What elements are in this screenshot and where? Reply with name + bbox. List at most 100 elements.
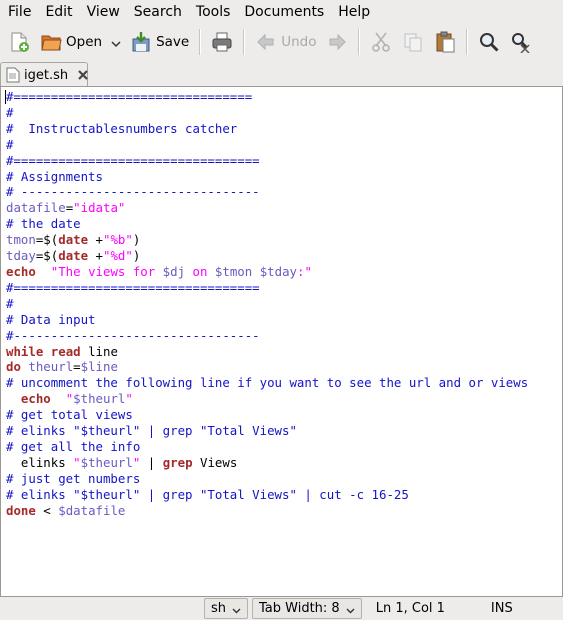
language-selector[interactable]: sh [204, 598, 249, 619]
new-button[interactable] [3, 26, 35, 58]
undo-label: Undo [281, 34, 317, 50]
toolbar-separator [358, 29, 361, 55]
copy-icon [402, 31, 424, 53]
code-line: # [6, 296, 559, 312]
new-document-icon [8, 31, 30, 53]
chevron-down-icon [346, 604, 355, 614]
code-line: # get all the info [6, 439, 559, 455]
code-token: + [88, 232, 103, 248]
chevron-down-icon [232, 604, 241, 614]
code-token: "idata" [73, 200, 126, 216]
code-token: do [6, 359, 21, 375]
find-button[interactable] [473, 26, 505, 58]
text-editor[interactable]: #================================ # # Inst… [0, 86, 563, 597]
code-token: | [140, 454, 163, 470]
insert-mode: INS [490, 601, 513, 616]
menu-tools[interactable]: Tools [189, 0, 238, 24]
code-token: "The views for [50, 263, 163, 279]
search-icon [478, 31, 500, 53]
menu-edit[interactable]: Edit [38, 0, 79, 24]
code-line: # get total views [6, 407, 559, 423]
menu-help[interactable]: Help [331, 0, 377, 24]
code-line: # Data input [6, 312, 559, 328]
scissors-icon [370, 31, 392, 53]
open-recent-dropdown[interactable] [107, 26, 125, 58]
menu-bar: File Edit View Search Tools Documents He… [0, 0, 563, 24]
code-line: datafile="idata" [6, 200, 559, 216]
close-icon[interactable] [77, 69, 89, 81]
code-token: $theurl [80, 454, 133, 470]
code-token: # Instructablesnumbers catcher [6, 120, 238, 136]
cut-button[interactable] [365, 26, 397, 58]
copy-button[interactable] [397, 26, 429, 58]
open-button[interactable]: Open [35, 26, 107, 58]
code-line: elinks "$theurl" | grep Views [6, 455, 559, 471]
toolbar: Open Save Undo [0, 24, 563, 60]
code-line: # elinks "$theurl" | grep "Total Views" [6, 423, 559, 439]
code-token: theurl [28, 359, 74, 375]
code-token: # just get numbers [6, 470, 141, 486]
print-button[interactable] [206, 26, 238, 58]
save-button[interactable]: Save [125, 26, 194, 58]
code-token: echo [20, 391, 51, 407]
code-area[interactable]: #================================ # # Inst… [6, 89, 559, 518]
code-token: " [125, 391, 133, 407]
code-line: # Instructablesnumbers catcher [6, 121, 559, 137]
tab-width-label: Tab Width: 8 [259, 601, 340, 616]
code-line: # elinks "$theurl" | grep "Total Views" … [6, 487, 559, 503]
menu-view[interactable]: View [80, 0, 127, 24]
code-token: # -------------------------------- [6, 184, 260, 200]
menu-file[interactable]: File [0, 0, 38, 24]
code-token: # get total views [6, 407, 133, 423]
toolbar-separator [466, 29, 469, 55]
code-token: =$( [35, 248, 59, 264]
tab-iget-sh[interactable]: iget.sh [0, 62, 88, 87]
code-token: # elinks "$theurl" | grep "Total Views" … [6, 486, 409, 502]
code-line: while read line [6, 344, 559, 360]
code-line: tmon=$(date +"%b") [6, 232, 559, 248]
code-token: echo [6, 263, 36, 279]
code-token: done [6, 502, 36, 518]
code-token: =$( [35, 232, 59, 248]
chevron-down-icon [111, 37, 121, 48]
code-token: "%b" [103, 232, 133, 248]
menu-documents[interactable]: Documents [237, 0, 331, 24]
code-line: # [6, 137, 559, 153]
paste-button[interactable] [429, 26, 461, 58]
code-token: on [185, 263, 215, 279]
replace-button[interactable] [505, 26, 537, 58]
code-token: ) [132, 232, 141, 248]
menu-search[interactable]: Search [127, 0, 189, 24]
code-token: " [73, 454, 81, 470]
redo-button[interactable] [321, 26, 353, 58]
code-line: # uncomment the following line if you wa… [6, 375, 559, 391]
undo-button[interactable]: Undo [250, 26, 321, 58]
code-token: #================================ [6, 89, 253, 104]
code-token: "%d" [103, 248, 133, 264]
text-file-icon [6, 67, 20, 83]
code-token: while [6, 343, 44, 359]
status-bar: sh Tab Width: 8 Ln 1, Col 1 INS [0, 597, 563, 620]
code-token: date [58, 248, 89, 264]
code-token: # Data input [6, 311, 96, 327]
undo-icon [255, 31, 277, 53]
code-token: # elinks "$theurl" | grep "Total Views" [6, 423, 297, 439]
code-line: #================================= [6, 153, 559, 169]
code-token: $theurl [73, 391, 126, 407]
code-line: #================================ [6, 89, 559, 105]
code-token: # get all the info [6, 438, 141, 454]
tab-bar: iget.sh [0, 60, 563, 87]
code-token: :" [297, 263, 312, 279]
code-token: $datafile [58, 502, 126, 518]
code-token: ) [132, 248, 141, 264]
printer-icon [211, 31, 233, 53]
code-token: elinks [6, 454, 74, 470]
code-token: date [58, 232, 89, 248]
code-token: # the date [6, 216, 81, 232]
tab-width-selector[interactable]: Tab Width: 8 [252, 598, 362, 619]
